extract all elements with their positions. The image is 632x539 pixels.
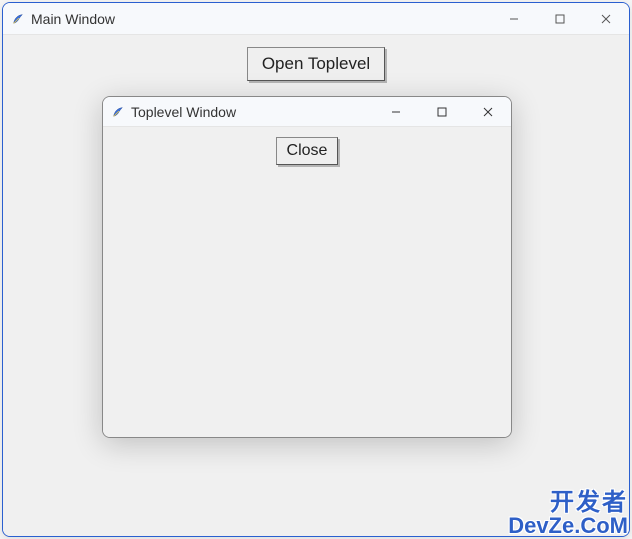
maximize-button[interactable]: [537, 3, 583, 34]
main-window-titlebar[interactable]: Main Window: [3, 3, 629, 35]
toplevel-titlebar-left: Toplevel Window: [111, 104, 236, 120]
main-window-title: Main Window: [31, 11, 115, 27]
toplevel-window-client-area: Close: [103, 127, 511, 437]
toplevel-maximize-button[interactable]: [419, 97, 465, 126]
toplevel-window: Toplevel Window Close: [102, 96, 512, 438]
minimize-button[interactable]: [491, 3, 537, 34]
toplevel-minimize-button[interactable]: [373, 97, 419, 126]
app-feather-icon: [11, 12, 25, 26]
toplevel-window-controls: [373, 97, 511, 126]
toplevel-close-button[interactable]: [465, 97, 511, 126]
close-button[interactable]: [583, 3, 629, 34]
main-window-controls: [491, 3, 629, 34]
titlebar-left: Main Window: [11, 11, 115, 27]
close-toplevel-button[interactable]: Close: [276, 137, 339, 165]
toplevel-window-titlebar[interactable]: Toplevel Window: [103, 97, 511, 127]
toplevel-window-title: Toplevel Window: [131, 104, 236, 120]
open-toplevel-button[interactable]: Open Toplevel: [247, 47, 385, 81]
app-feather-icon: [111, 105, 125, 119]
